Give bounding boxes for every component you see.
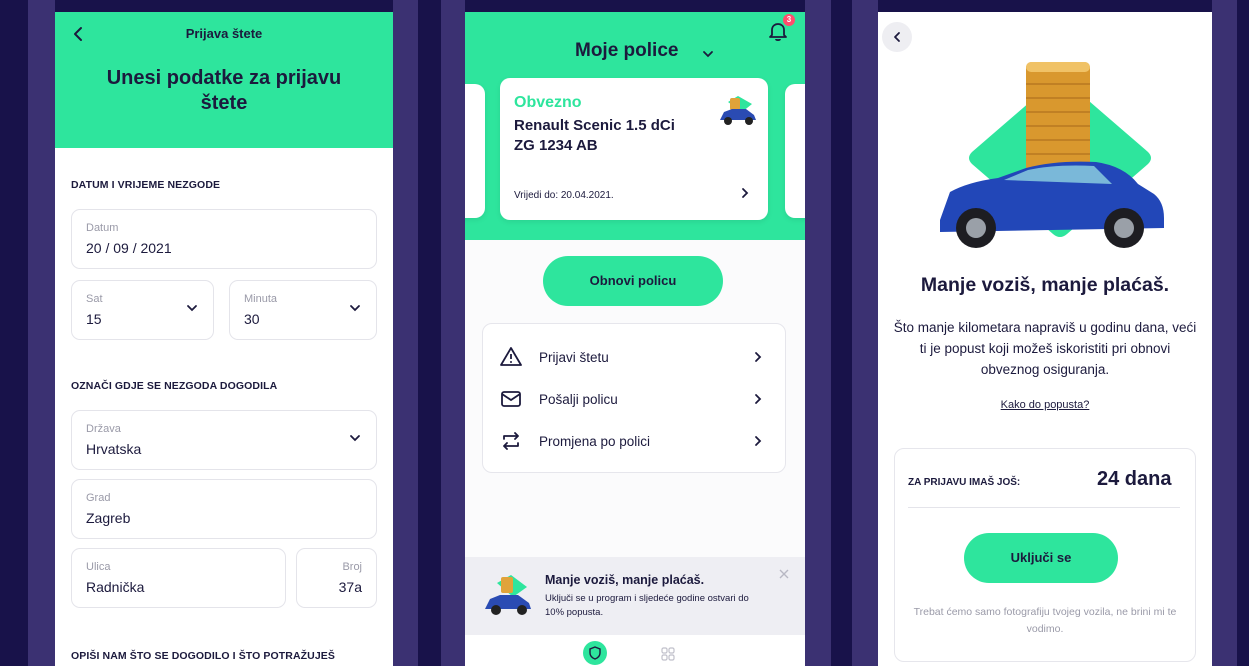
country-value: Hrvatska (86, 441, 142, 457)
menu-item-label: Prijavi štetu (539, 350, 609, 365)
policy-valid-until: Vrijedi do: 20.04.2021. (514, 190, 614, 201)
date-field[interactable]: Datum 20 / 09 / 2021 (71, 209, 377, 269)
swap-icon (503, 432, 519, 450)
minute-select[interactable]: Minuta 30 (229, 280, 377, 340)
minute-value: 30 (244, 311, 260, 327)
date-value: 20 / 09 / 2021 (86, 240, 172, 256)
chevron-right-icon (755, 394, 762, 404)
section-describe: OPIŠI NAM ŠTO SE DOGODILO I ŠTO POTRAŽUJ… (71, 650, 336, 662)
promo-banner[interactable]: Manje voziš, manje plaćaš. Uključi se u … (465, 557, 805, 635)
hour-select[interactable]: Sat 15 (71, 280, 214, 340)
remaining-label: ZA PRIJAVU IMAŠ JOŠ: (908, 477, 1021, 488)
number-value: 37a (338, 579, 362, 595)
header-title: Prijava štete (185, 26, 263, 41)
close-icon[interactable] (777, 567, 791, 581)
background-stripe (393, 0, 418, 666)
minute-label: Minuta (244, 293, 278, 305)
policy-card-peek[interactable] (465, 84, 485, 218)
mail-icon (501, 391, 521, 407)
chevron-down-icon (187, 305, 197, 312)
policy-type: Obvezno (514, 94, 582, 111)
city-field[interactable]: Grad Zagreb (71, 479, 377, 539)
chevron-down-icon[interactable] (701, 47, 715, 61)
menu-item-report-damage[interactable]: Prijavi štetu (483, 337, 787, 377)
section-location: OZNAČI GDJE SE NEZGODA DOGODILA (71, 380, 278, 392)
back-button[interactable] (882, 22, 912, 52)
page-heading: Unesi podatke za prijavu štete (106, 67, 342, 114)
description: Što manje kilometara napraviš u godinu d… (893, 320, 1197, 377)
street-field[interactable]: Ulica Radnička (71, 548, 286, 608)
hour-label: Sat (86, 293, 103, 305)
street-label: Ulica (86, 561, 111, 573)
policy-actions-menu: Prijavi štetu Pošalji policu Promjena po… (482, 323, 786, 473)
background-stripe (1212, 0, 1237, 666)
menu-item-label: Pošalji policu (539, 392, 618, 407)
renew-policy-button[interactable]: Obnovi policu (543, 256, 723, 306)
section-datetime: DATUM I VRIJEME NEZGODE (71, 179, 221, 191)
menu-item-label: Promjena po polici (539, 434, 651, 449)
car-icon (720, 96, 756, 125)
policy-card-next[interactable] (785, 84, 805, 218)
hour-value: 15 (86, 311, 102, 327)
country-label: Država (86, 423, 121, 435)
notification-badge: 3 (783, 14, 795, 26)
number-field[interactable]: Broj 37a (296, 548, 377, 608)
policy-plate: ZG 1234 AB (514, 137, 598, 154)
remaining-value: 24 dana (1097, 468, 1172, 490)
discount-info-link[interactable]: Kako do popusta? (878, 399, 1212, 411)
photo-note: Trebat ćemo samo fotografiju tvojeg vozi… (913, 606, 1177, 635)
background-stripe (28, 0, 55, 666)
street-value: Radnička (86, 579, 145, 595)
city-label: Grad (86, 492, 111, 504)
page-heading: Manje voziš, manje plaćaš. (920, 274, 1170, 296)
shield-icon (589, 646, 601, 660)
back-icon (894, 32, 900, 42)
join-button[interactable]: Uključi se (964, 533, 1118, 583)
promo-text: Uključi se u program i sljedeće godine o… (545, 593, 749, 618)
promo-title: Manje voziš, manje plaćaš. (545, 573, 705, 587)
policy-vehicle: Renault Scenic 1.5 dCi ZG 1234 AB (514, 116, 704, 156)
mileage-discount-screen: Manje voziš, manje plaćaš. Što manje kil… (878, 12, 1212, 666)
divider (908, 507, 1180, 508)
background-stripe (805, 0, 831, 666)
claim-form-screen: Prijava štete Unesi podatke za prijavu š… (55, 12, 393, 666)
policy-vehicle-name: Renault Scenic 1.5 dCi (514, 117, 675, 134)
date-label: Datum (86, 222, 119, 234)
policy-card[interactable]: Obvezno Renault Scenic 1.5 dCi ZG 1234 A… (500, 78, 768, 220)
chevron-down-icon (350, 305, 360, 312)
my-policies-screen: 3 Moje police Obvezno Renault Scenic 1.5… (465, 12, 805, 666)
warning-icon (500, 347, 522, 366)
bottom-tab-bar (465, 635, 805, 666)
grid-icon[interactable] (661, 647, 675, 661)
chevron-right-icon[interactable] (738, 186, 752, 200)
number-label: Broj (342, 561, 362, 573)
background-stripe (852, 0, 878, 666)
car-coins-thumbnail (485, 575, 531, 615)
chevron-right-icon (755, 436, 762, 446)
country-select[interactable]: Država Hrvatska (71, 410, 377, 470)
menu-item-send-policy[interactable]: Pošalji policu (483, 379, 787, 419)
city-value: Zagreb (86, 510, 131, 526)
menu-item-policy-change[interactable]: Promjena po polici (483, 421, 787, 461)
background-stripe (441, 0, 465, 666)
car-coins-illustration (940, 62, 1164, 248)
chevron-right-icon (755, 352, 762, 362)
policies-title[interactable]: Moje police (575, 40, 678, 62)
chevron-down-icon (350, 435, 360, 442)
tab-policies[interactable] (583, 641, 607, 665)
